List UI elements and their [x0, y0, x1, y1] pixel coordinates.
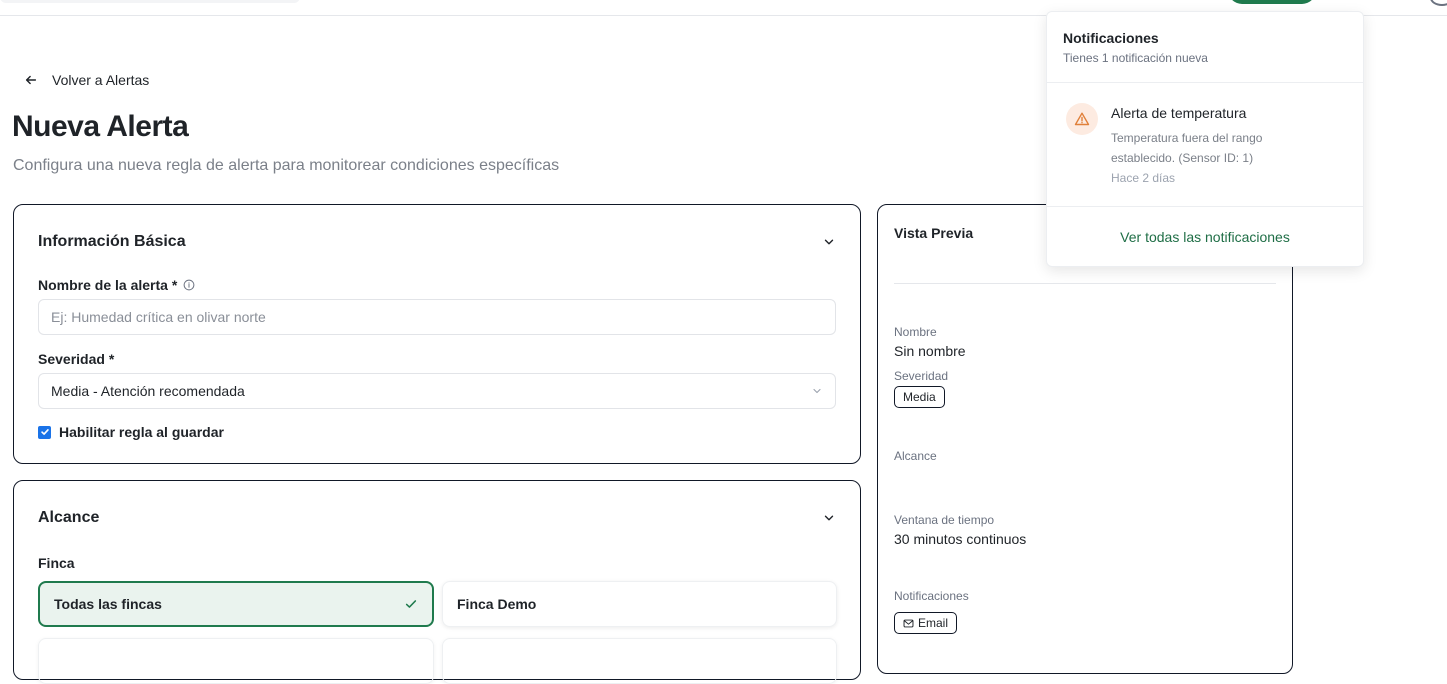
user-avatar[interactable] [1430, 0, 1447, 6]
notification-title: Alerta de temperatura [1111, 105, 1247, 121]
preview-scope-label: Alcance [894, 449, 937, 463]
back-link-label: Volver a Alertas [52, 72, 150, 88]
preview-notifications-badge: Email [894, 612, 958, 634]
scope-title: Alcance [38, 509, 100, 526]
farm-option-all[interactable]: Todas las fincas [38, 581, 434, 627]
enable-rule-row: Habilitar regla al guardar [38, 424, 224, 440]
preview-title: Vista Previa [894, 225, 974, 241]
mail-icon [903, 619, 914, 627]
notifications-badge-text: Email [918, 616, 949, 630]
preview-name-label: Nombre [894, 325, 937, 339]
check-icon [405, 600, 417, 608]
notifications-title: Notificaciones [1063, 30, 1159, 46]
basic-info-title: Información Básica [38, 233, 186, 250]
farm-option-demo[interactable]: Finca Demo [442, 581, 837, 627]
notifications-subtitle: Tienes 1 notificación nueva [1063, 51, 1208, 65]
view-all-notifications-link[interactable]: Ver todas las notificaciones [1047, 208, 1363, 266]
severity-label: Severidad * [38, 351, 114, 367]
farm-option-label: Todas las fincas [54, 596, 162, 612]
back-to-alerts-link[interactable]: Volver a Alertas [24, 70, 149, 90]
basic-info-header[interactable]: Información Básica [38, 231, 836, 253]
scope-header[interactable]: Alcance [38, 507, 836, 529]
severity-select[interactable]: Media - Atención recomendada [38, 373, 836, 409]
severity-label-text: Severidad * [38, 351, 115, 367]
alert-name-label: Nombre de la alerta * [38, 277, 195, 293]
warning-icon [1066, 103, 1098, 135]
preview-window-label: Ventana de tiempo [894, 513, 995, 527]
basic-info-card: Información Básica Nombre de la alerta *… [13, 204, 861, 464]
farm-option-more[interactable] [38, 638, 434, 684]
notifications-header: Notificaciones Tienes 1 notificación nue… [1047, 12, 1363, 83]
notifications-dropdown: Notificaciones Tienes 1 notificación nue… [1046, 11, 1364, 267]
alert-name-label-text: Nombre de la alerta * [38, 277, 178, 293]
page-title: Nueva Alerta [12, 110, 189, 143]
farm-label: Finca [38, 555, 75, 571]
chevron-down-icon[interactable] [822, 235, 836, 249]
info-icon[interactable] [183, 279, 195, 291]
enable-rule-label[interactable]: Habilitar regla al guardar [59, 424, 224, 440]
notification-time: Hace 2 días [1111, 171, 1176, 185]
preview-divider [894, 283, 1276, 284]
notification-item[interactable]: Alerta de temperatura Temperatura fuera … [1047, 83, 1363, 207]
scope-card: Alcance Finca Todas las fincas Finca Dem… [13, 480, 861, 684]
chevron-down-icon[interactable] [822, 511, 836, 525]
alert-name-input[interactable] [38, 299, 836, 335]
preview-severity-label: Severidad [894, 369, 949, 383]
page-subtitle: Configura una nueva regla de alerta para… [13, 157, 560, 174]
severity-select-value: Media - Atención recomendada [51, 383, 245, 399]
primary-action-button[interactable] [1228, 0, 1316, 4]
arrow-left-icon [25, 75, 37, 85]
preview-name-value: Sin nombre [894, 343, 966, 359]
preview-card: Vista Previa Nombre Sin nombre Severidad… [877, 204, 1293, 674]
severity-badge-text: Media [903, 390, 936, 404]
farm-option-label: Finca Demo [457, 596, 537, 612]
enable-rule-checkbox[interactable] [38, 425, 51, 439]
preview-severity-badge: Media [894, 386, 945, 408]
chevron-down-icon [813, 388, 821, 394]
farm-option-more[interactable] [442, 638, 837, 684]
search-bar[interactable] [0, 0, 300, 3]
notification-body: Temperatura fuera del rango establecido.… [1111, 131, 1263, 165]
preview-notifications-label: Notificaciones [894, 589, 969, 603]
preview-window-value: 30 minutos continuos [894, 531, 1027, 547]
farm-label-text: Finca [38, 555, 75, 571]
check-icon [40, 429, 49, 435]
